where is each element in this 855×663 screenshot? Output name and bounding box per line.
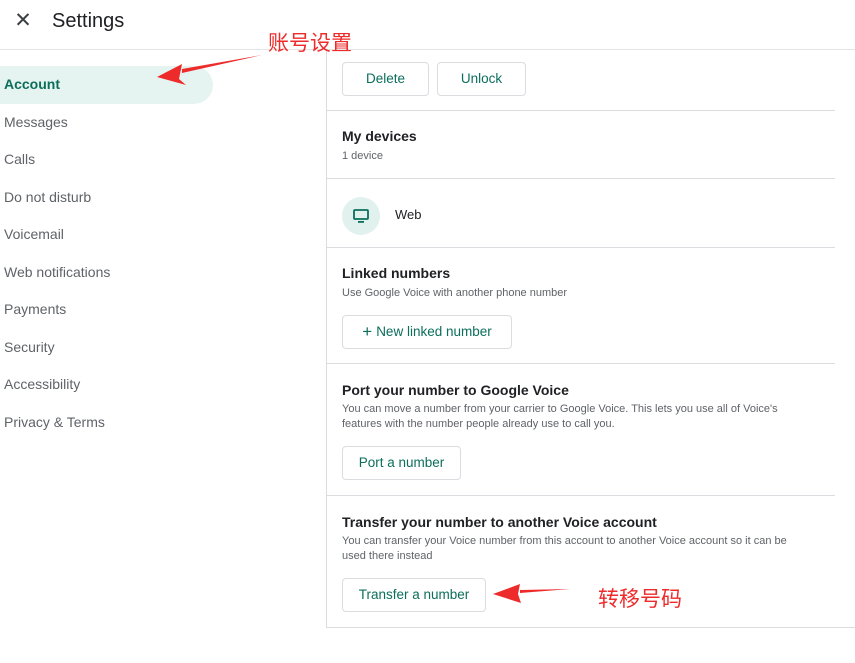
annotation-transfer-label: 转移号码: [598, 587, 682, 611]
page-title: Settings: [52, 10, 125, 32]
account-settings-panel: Delete Unlock My devices 1 device Web Li…: [326, 50, 855, 628]
new-linked-number-button[interactable]: + New linked number: [342, 315, 512, 349]
monitor-icon: [342, 197, 380, 235]
device-row: Web: [327, 179, 835, 248]
my-devices-section: My devices 1 device: [327, 111, 835, 179]
linked-numbers-title: Linked numbers: [342, 265, 451, 281]
linked-numbers-subtitle: Use Google Voice with another phone numb…: [342, 287, 568, 299]
annotation-account-label: 账号设置: [268, 31, 352, 55]
sidebar-item-calls[interactable]: Calls: [0, 141, 215, 179]
port-number-title: Port your number to Google Voice: [342, 382, 569, 398]
settings-sidebar: Account Messages Calls Do not disturb Vo…: [0, 66, 215, 441]
my-devices-title: My devices: [342, 128, 417, 144]
sidebar-item-payments[interactable]: Payments: [0, 291, 215, 329]
sidebar-item-voicemail[interactable]: Voicemail: [0, 216, 215, 254]
transfer-number-section: Transfer your number to another Voice ac…: [327, 496, 835, 628]
sidebar-item-web-notifications[interactable]: Web notifications: [0, 254, 215, 292]
unlock-button[interactable]: Unlock: [437, 62, 526, 96]
linked-numbers-section: Linked numbers Use Google Voice with ano…: [327, 248, 835, 364]
transfer-number-description-line2: used there instead: [342, 550, 433, 562]
port-number-description: You can move a number from your carrier …: [342, 402, 778, 432]
device-count: 1 device: [342, 150, 383, 162]
new-linked-number-label: New linked number: [376, 324, 492, 339]
sidebar-item-messages[interactable]: Messages: [0, 104, 215, 142]
plus-icon: +: [362, 322, 373, 341]
transfer-a-number-button[interactable]: Transfer a number: [342, 578, 486, 612]
sidebar-item-privacy-terms[interactable]: Privacy & Terms: [0, 404, 215, 442]
port-number-section: Port your number to Google Voice You can…: [327, 364, 835, 496]
port-number-description-line1: You can move a number from your carrier …: [342, 403, 778, 415]
delete-button[interactable]: Delete: [342, 62, 429, 96]
device-name: Web: [395, 207, 422, 222]
sidebar-item-account[interactable]: Account: [0, 66, 213, 104]
sidebar-item-do-not-disturb[interactable]: Do not disturb: [0, 179, 215, 217]
transfer-number-title: Transfer your number to another Voice ac…: [342, 514, 657, 530]
close-icon[interactable]: ✕: [14, 10, 32, 32]
sidebar-item-security[interactable]: Security: [0, 329, 215, 367]
transfer-number-description-line1: You can transfer your Voice number from …: [342, 535, 787, 547]
sidebar-item-accessibility[interactable]: Accessibility: [0, 366, 215, 404]
transfer-number-description: You can transfer your Voice number from …: [342, 534, 787, 564]
top-bar: ✕ Settings: [0, 0, 855, 50]
port-number-description-line2: features with the number people already …: [342, 418, 615, 430]
port-a-number-button[interactable]: Port a number: [342, 446, 461, 480]
account-actions-section: Delete Unlock: [327, 50, 835, 111]
